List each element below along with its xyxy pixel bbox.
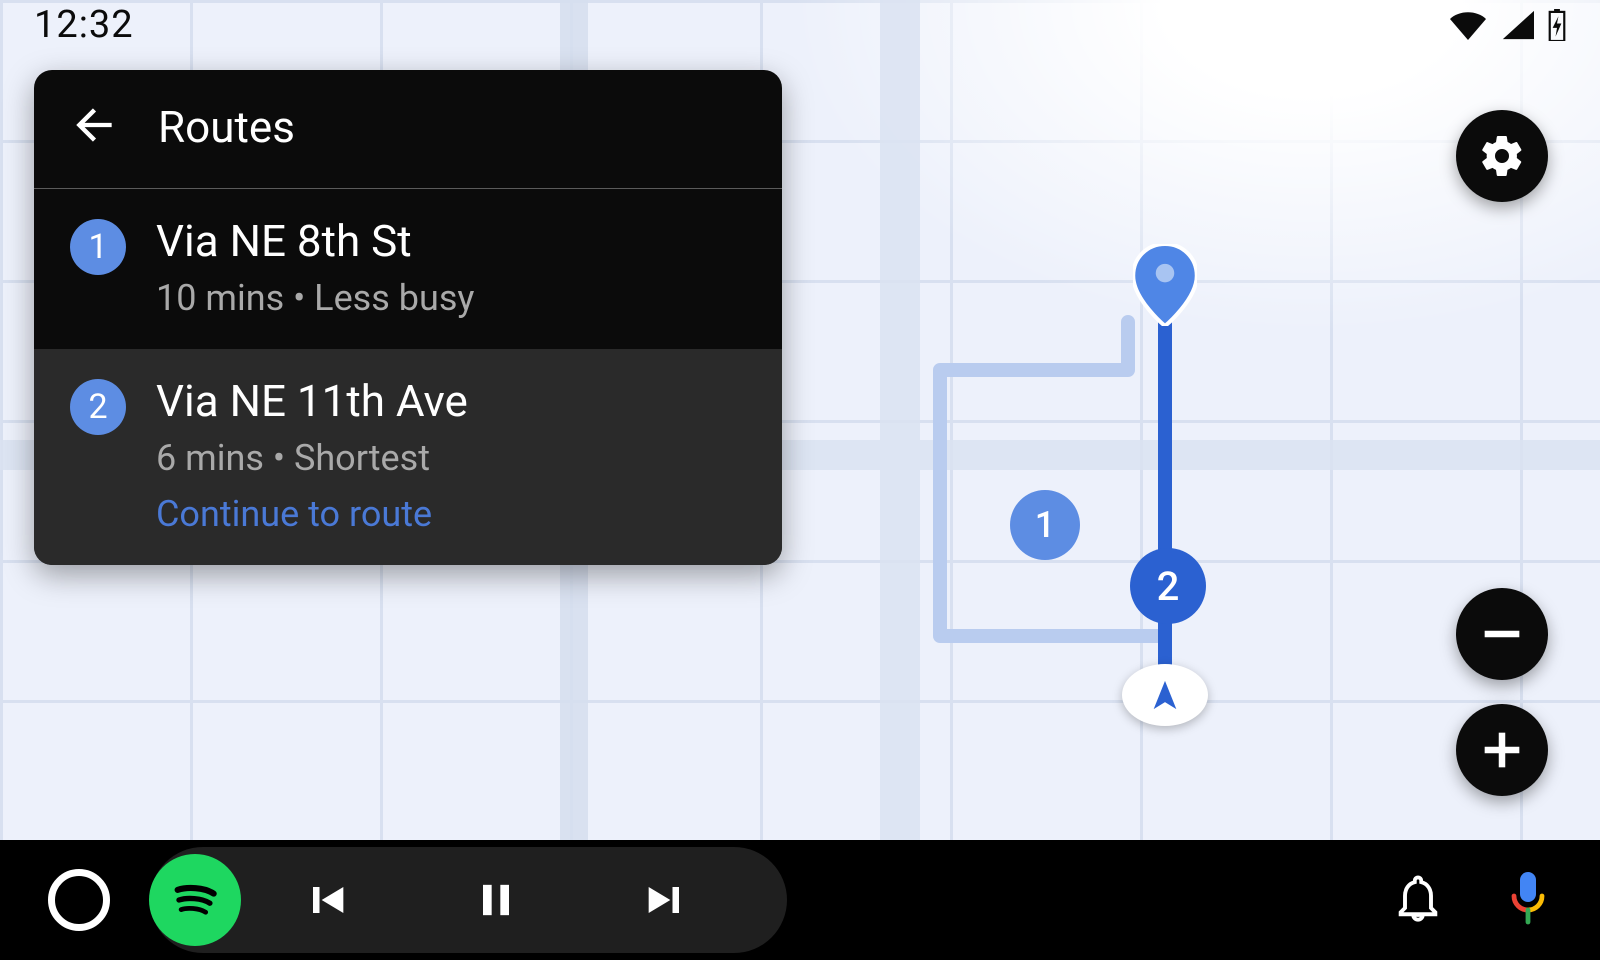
bell-icon xyxy=(1392,872,1444,924)
zoom-out-button[interactable] xyxy=(1456,588,1548,680)
destination-pin-icon xyxy=(1133,244,1197,330)
route-subtitle: 10 mins • Less busy xyxy=(156,277,474,319)
previous-track-button[interactable] xyxy=(241,874,411,926)
route-name: Via NE 8th St xyxy=(156,215,474,267)
clock: 12:32 xyxy=(34,3,134,47)
route-item-2[interactable]: 2 Via NE 11th Ave 6 mins • Shortest Cont… xyxy=(34,349,782,565)
status-icons xyxy=(1450,9,1566,41)
bottom-nav-bar xyxy=(0,840,1600,960)
battery-charging-icon xyxy=(1548,9,1566,41)
routes-panel: Routes 1 Via NE 8th St 10 mins • Less bu… xyxy=(34,70,782,565)
notifications-button[interactable] xyxy=(1392,872,1444,928)
google-mic-icon xyxy=(1504,870,1552,930)
route-name: Via NE 11th Ave xyxy=(156,375,468,427)
route-marker-1-label: 1 xyxy=(1035,504,1055,546)
app-launcher-button[interactable] xyxy=(48,869,110,931)
plus-icon xyxy=(1476,724,1528,776)
routes-panel-title: Routes xyxy=(158,101,295,153)
wifi-icon xyxy=(1450,10,1486,40)
route-subtitle: 6 mins • Shortest xyxy=(156,437,468,479)
cell-signal-icon xyxy=(1500,10,1534,40)
route-badge-1: 1 xyxy=(70,219,126,275)
settings-button[interactable] xyxy=(1456,110,1548,202)
route-badge-2: 2 xyxy=(70,379,126,435)
minus-icon xyxy=(1476,608,1528,660)
route-marker-2[interactable]: 2 xyxy=(1130,548,1206,624)
next-track-button[interactable] xyxy=(581,874,751,926)
route-marker-1[interactable]: 1 xyxy=(1010,490,1080,560)
gear-icon xyxy=(1478,132,1526,180)
skip-next-icon xyxy=(640,874,692,926)
spotify-button[interactable] xyxy=(149,854,241,946)
voice-assistant-button[interactable] xyxy=(1504,870,1552,930)
routes-panel-header: Routes xyxy=(34,70,782,188)
status-bar: 12:32 xyxy=(0,0,1600,50)
current-location-icon xyxy=(1122,664,1208,726)
spotify-icon xyxy=(163,868,227,932)
route-item-1[interactable]: 1 Via NE 8th St 10 mins • Less busy xyxy=(34,189,782,349)
pause-icon xyxy=(470,874,522,926)
continue-to-route-link[interactable]: Continue to route xyxy=(156,493,468,535)
skip-previous-icon xyxy=(300,874,352,926)
route-marker-2-label: 2 xyxy=(1157,563,1180,610)
zoom-in-button[interactable] xyxy=(1456,704,1548,796)
back-arrow-icon[interactable] xyxy=(70,100,120,154)
play-pause-button[interactable] xyxy=(411,874,581,926)
media-controls xyxy=(150,847,787,953)
